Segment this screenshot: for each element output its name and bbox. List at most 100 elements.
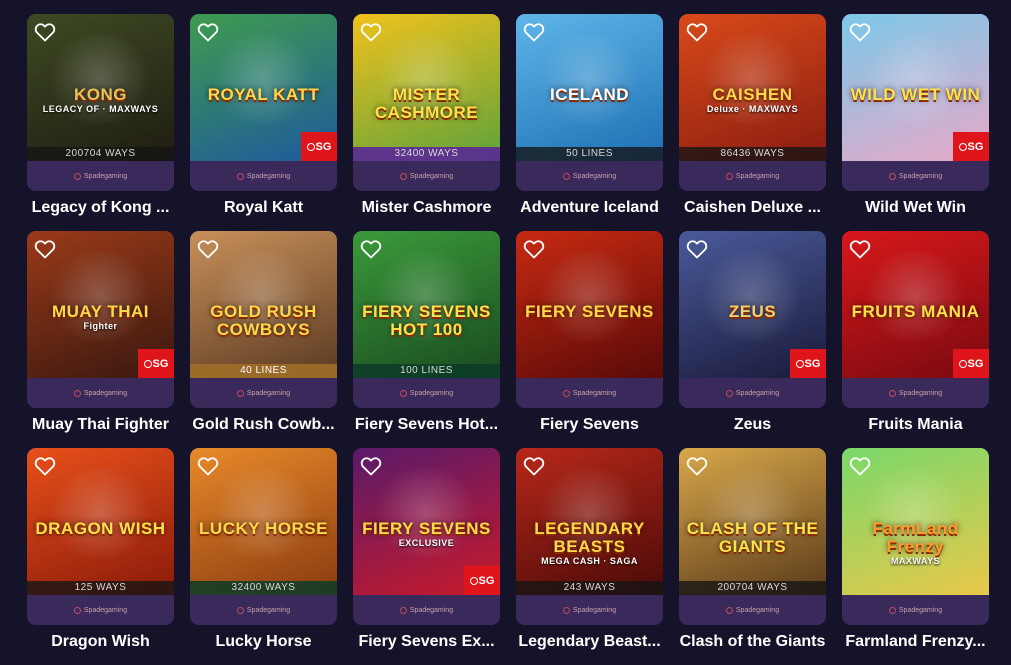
- game-card[interactable]: MISTER CASHMORE 32400 WAYS Spadegaming M…: [353, 14, 500, 231]
- spadegaming-logo-icon: [562, 172, 570, 180]
- game-logo-text: FIERY SEVENS EXCLUSIVE: [362, 519, 491, 549]
- game-card[interactable]: FIERY SEVENS Spadegaming Fiery Sevens: [516, 231, 663, 448]
- game-thumbnail[interactable]: MUAY THAI Fighter SG Spadegaming: [27, 231, 174, 408]
- game-title[interactable]: Legacy of Kong ...: [27, 196, 174, 220]
- game-thumbnail[interactable]: FIERY SEVENS EXCLUSIVE SG Spadegaming: [353, 448, 500, 625]
- spadegaming-logo-icon: [236, 172, 244, 180]
- game-logo-text: FIERY SEVENS: [525, 302, 654, 321]
- game-card[interactable]: FarmLand Frenzy MAXWAYS Spadegaming Farm…: [842, 448, 989, 665]
- game-card[interactable]: LUCKY HORSE 32400 WAYS Spadegaming Lucky…: [190, 448, 337, 665]
- game-card[interactable]: ICELAND 50 LINES Spadegaming Adventure I…: [516, 14, 663, 231]
- game-logo-text: FIERY SEVENS HOT 100: [362, 302, 491, 339]
- game-card[interactable]: CLASH OF THE GIANTS 200704 WAYS Spadegam…: [679, 448, 826, 665]
- spadegaming-logo-icon: [562, 606, 570, 614]
- game-logo-text: LUCKY HORSE: [199, 519, 328, 538]
- heart-icon[interactable]: [33, 20, 57, 44]
- heart-icon[interactable]: [33, 454, 57, 478]
- game-logo-text: LEGENDARY BEASTS MEGA CASH · SAGA: [534, 519, 645, 567]
- game-thumbnail[interactable]: ROYAL KATT SG Spadegaming: [190, 14, 337, 191]
- game-thumbnail[interactable]: CLASH OF THE GIANTS 200704 WAYS Spadegam…: [679, 448, 826, 625]
- ways-label: 243 WAYS: [516, 581, 663, 595]
- ways-label: 86436 WAYS: [679, 147, 826, 161]
- game-card[interactable]: WILD WET WIN SG Spadegaming Wild Wet Win: [842, 14, 989, 231]
- spade-ring-icon: [958, 142, 967, 151]
- heart-icon[interactable]: [359, 454, 383, 478]
- provider-label: Spadegaming: [679, 595, 826, 625]
- game-title[interactable]: Adventure Iceland: [516, 196, 663, 220]
- heart-icon[interactable]: [848, 237, 872, 261]
- spadegaming-logo-icon: [725, 389, 733, 397]
- game-thumbnail[interactable]: DRAGON WISH 125 WAYS Spadegaming: [27, 448, 174, 625]
- spadegaming-logo-icon: [399, 172, 407, 180]
- game-card[interactable]: DRAGON WISH 125 WAYS Spadegaming Dragon …: [27, 448, 174, 665]
- sg-badge: SG: [953, 349, 989, 378]
- game-title[interactable]: Wild Wet Win: [842, 196, 989, 220]
- game-card[interactable]: MUAY THAI Fighter SG Spadegaming Muay Th…: [27, 231, 174, 448]
- heart-icon[interactable]: [685, 454, 709, 478]
- game-title[interactable]: Clash of the Giants: [679, 630, 826, 654]
- spadegaming-logo-icon: [73, 606, 81, 614]
- game-card[interactable]: FIERY SEVENS HOT 100 100 LINES Spadegami…: [353, 231, 500, 448]
- ways-label: 200704 WAYS: [27, 147, 174, 161]
- game-thumbnail[interactable]: CAISHEN Deluxe · MAXWAYS 86436 WAYS Spad…: [679, 14, 826, 191]
- heart-icon[interactable]: [522, 454, 546, 478]
- game-thumbnail[interactable]: ZEUS SG Spadegaming: [679, 231, 826, 408]
- game-card[interactable]: FIERY SEVENS EXCLUSIVE SG Spadegaming Fi…: [353, 448, 500, 665]
- game-thumbnail[interactable]: GOLD RUSH COWBOYS 40 LINES Spadegaming: [190, 231, 337, 408]
- spadegaming-logo-icon: [725, 606, 733, 614]
- game-title[interactable]: Fiery Sevens Ex...: [353, 630, 500, 654]
- heart-icon[interactable]: [359, 20, 383, 44]
- game-thumbnail[interactable]: LEGENDARY BEASTS MEGA CASH · SAGA 243 WA…: [516, 448, 663, 625]
- game-title[interactable]: Lucky Horse: [190, 630, 337, 654]
- heart-icon[interactable]: [33, 237, 57, 261]
- game-title[interactable]: Farmland Frenzy...: [842, 630, 989, 654]
- heart-icon[interactable]: [522, 20, 546, 44]
- game-thumbnail[interactable]: FRUITS MANIA SG Spadegaming: [842, 231, 989, 408]
- game-title[interactable]: Gold Rush Cowb...: [190, 413, 337, 437]
- heart-icon[interactable]: [196, 20, 220, 44]
- game-thumbnail[interactable]: LUCKY HORSE 32400 WAYS Spadegaming: [190, 448, 337, 625]
- spadegaming-logo-icon: [236, 606, 244, 614]
- game-card[interactable]: ROYAL KATT SG Spadegaming Royal Katt: [190, 14, 337, 231]
- game-card[interactable]: LEGENDARY BEASTS MEGA CASH · SAGA 243 WA…: [516, 448, 663, 665]
- provider-label: Spadegaming: [353, 161, 500, 191]
- game-title[interactable]: Royal Katt: [190, 196, 337, 220]
- game-thumbnail[interactable]: FarmLand Frenzy MAXWAYS Spadegaming: [842, 448, 989, 625]
- game-card[interactable]: ZEUS SG Spadegaming Zeus: [679, 231, 826, 448]
- game-thumbnail[interactable]: WILD WET WIN SG Spadegaming: [842, 14, 989, 191]
- game-title[interactable]: Caishen Deluxe ...: [679, 196, 826, 220]
- game-card[interactable]: FRUITS MANIA SG Spadegaming Fruits Mania: [842, 231, 989, 448]
- game-logo-text: ROYAL KATT: [207, 85, 320, 104]
- game-title[interactable]: Legendary Beast...: [516, 630, 663, 654]
- game-title[interactable]: Fiery Sevens Hot...: [353, 413, 500, 437]
- spade-ring-icon: [306, 142, 315, 151]
- game-logo-text: MUAY THAI Fighter: [51, 302, 150, 332]
- heart-icon[interactable]: [685, 20, 709, 44]
- game-thumbnail[interactable]: ICELAND 50 LINES Spadegaming: [516, 14, 663, 191]
- heart-icon[interactable]: [196, 237, 220, 261]
- provider-label: Spadegaming: [190, 161, 337, 191]
- game-title[interactable]: Dragon Wish: [27, 630, 174, 654]
- game-title[interactable]: Zeus: [679, 413, 826, 437]
- game-title[interactable]: Mister Cashmore: [353, 196, 500, 220]
- game-thumbnail[interactable]: MISTER CASHMORE 32400 WAYS Spadegaming: [353, 14, 500, 191]
- game-card[interactable]: CAISHEN Deluxe · MAXWAYS 86436 WAYS Spad…: [679, 14, 826, 231]
- heart-icon[interactable]: [848, 454, 872, 478]
- game-card[interactable]: KONG LEGACY OF · MAXWAYS 200704 WAYS Spa…: [27, 14, 174, 231]
- game-thumbnail[interactable]: FIERY SEVENS Spadegaming: [516, 231, 663, 408]
- game-title[interactable]: Fiery Sevens: [516, 413, 663, 437]
- spadegaming-logo-icon: [399, 606, 407, 614]
- ways-label: 50 LINES: [516, 147, 663, 161]
- provider-label: Spadegaming: [27, 378, 174, 408]
- ways-label: 125 WAYS: [27, 581, 174, 595]
- heart-icon[interactable]: [685, 237, 709, 261]
- game-thumbnail[interactable]: KONG LEGACY OF · MAXWAYS 200704 WAYS Spa…: [27, 14, 174, 191]
- game-title[interactable]: Fruits Mania: [842, 413, 989, 437]
- game-card[interactable]: GOLD RUSH COWBOYS 40 LINES Spadegaming G…: [190, 231, 337, 448]
- game-thumbnail[interactable]: FIERY SEVENS HOT 100 100 LINES Spadegami…: [353, 231, 500, 408]
- heart-icon[interactable]: [359, 237, 383, 261]
- heart-icon[interactable]: [848, 20, 872, 44]
- heart-icon[interactable]: [196, 454, 220, 478]
- game-title[interactable]: Muay Thai Fighter: [27, 413, 174, 437]
- heart-icon[interactable]: [522, 237, 546, 261]
